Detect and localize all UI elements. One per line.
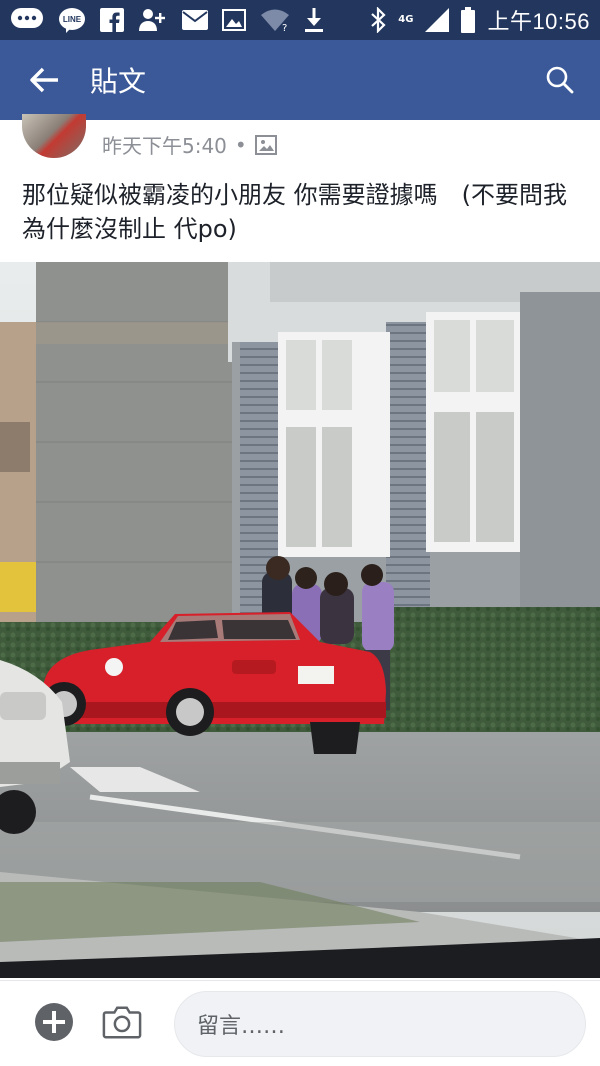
comment-placeholder: 留言…… (197, 1014, 286, 1039)
line-logo-text: LINE (63, 15, 82, 24)
meta-separator: • (234, 132, 247, 157)
window-left (278, 332, 390, 557)
arrow-left-icon (30, 67, 58, 93)
page-title: 貼文 (90, 65, 147, 98)
search-icon (546, 66, 574, 94)
photo-scene (0, 262, 600, 978)
search-button[interactable] (520, 40, 600, 120)
post-photo[interactable] (0, 262, 600, 978)
post-text: 那位疑似被霸凌的小朋友 你需要證據嗎 (不要問我為什麼沒制止 代po) (22, 181, 567, 243)
image-icon (222, 9, 246, 31)
camera-icon (102, 1006, 142, 1039)
svg-text:?: ? (282, 23, 287, 32)
add-friend-icon (138, 7, 168, 33)
signal-icon (425, 8, 450, 32)
app-bar: 貼文 (0, 40, 600, 120)
clock: 上午10:56 (487, 9, 590, 34)
download-icon (304, 7, 324, 33)
mail-icon (182, 10, 208, 30)
comment-composer: 留言…… (0, 980, 600, 1066)
camera-button[interactable] (102, 1002, 142, 1042)
facebook-icon (100, 8, 124, 32)
avatar[interactable] (22, 114, 86, 158)
add-attachment-button[interactable] (34, 1002, 74, 1042)
chat-bubble-icon (10, 7, 44, 33)
window-right (426, 312, 522, 552)
bluetooth-icon (370, 7, 386, 33)
back-button[interactable] (0, 40, 90, 120)
comment-input[interactable]: 留言…… (174, 991, 586, 1057)
post-meta: 昨天下午5:40 • (102, 130, 277, 159)
network-type: 4G (398, 14, 414, 25)
wifi-icon: ? (260, 8, 290, 32)
plus-circle-icon (35, 1003, 73, 1041)
line-icon: LINE (58, 7, 86, 33)
post-header: 昨天下午5:40 • (0, 114, 600, 164)
status-bar: LINE ? 4G 上午10:56 (0, 0, 600, 40)
battery-icon (461, 7, 476, 33)
post-timestamp[interactable]: 昨天下午5:40 (102, 130, 227, 159)
photo-frame-icon (254, 134, 277, 155)
